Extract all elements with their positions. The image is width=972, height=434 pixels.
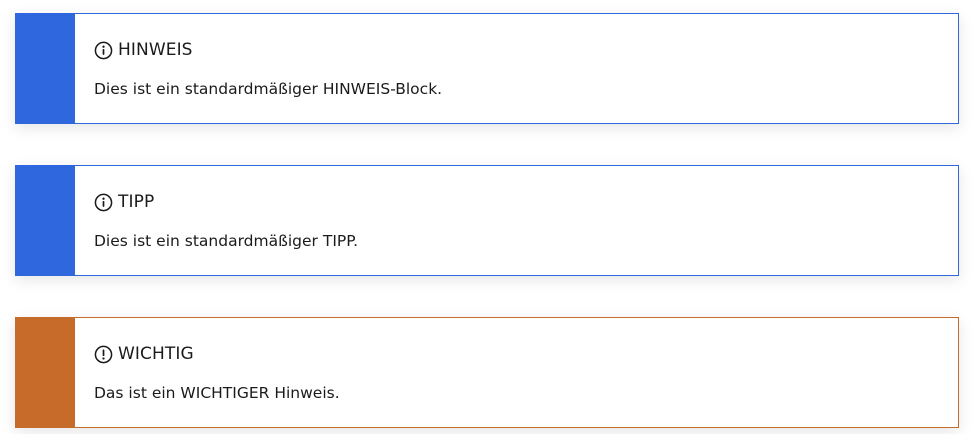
callout-title: HINWEIS <box>94 40 193 60</box>
callout-body-text: Dies ist ein standardmäßiger TIPP. <box>94 232 359 250</box>
callout-accent-bar <box>15 317 75 428</box>
callout-accent-bar <box>15 13 75 124</box>
important-callout: WICHTIG Das ist ein WICHTIGER Hinweis. <box>15 317 959 428</box>
info-icon <box>94 193 113 211</box>
callout-content: TIPP Dies ist ein standardmäßiger TIPP. <box>75 166 958 275</box>
callout-title-text: WICHTIG <box>118 344 194 364</box>
callout-body-text: Dies ist ein standardmäßiger HINWEIS-Blo… <box>94 80 443 98</box>
callout-content: WICHTIG Das ist ein WICHTIGER Hinweis. <box>75 318 958 427</box>
info-icon <box>94 41 113 59</box>
exclamation-icon <box>94 345 113 363</box>
callout-title-text: TIPP <box>118 192 155 212</box>
tip-callout: TIPP Dies ist ein standardmäßiger TIPP. <box>15 165 959 276</box>
callout-body-text: Das ist ein WICHTIGER Hinweis. <box>94 384 340 402</box>
callout-title-text: HINWEIS <box>118 40 193 60</box>
note-callout: HINWEIS Dies ist ein standardmäßiger HIN… <box>15 13 959 124</box>
callout-content: HINWEIS Dies ist ein standardmäßiger HIN… <box>75 14 958 123</box>
callout-accent-bar <box>15 165 75 276</box>
callout-title: WICHTIG <box>94 344 194 364</box>
callout-title: TIPP <box>94 192 154 212</box>
